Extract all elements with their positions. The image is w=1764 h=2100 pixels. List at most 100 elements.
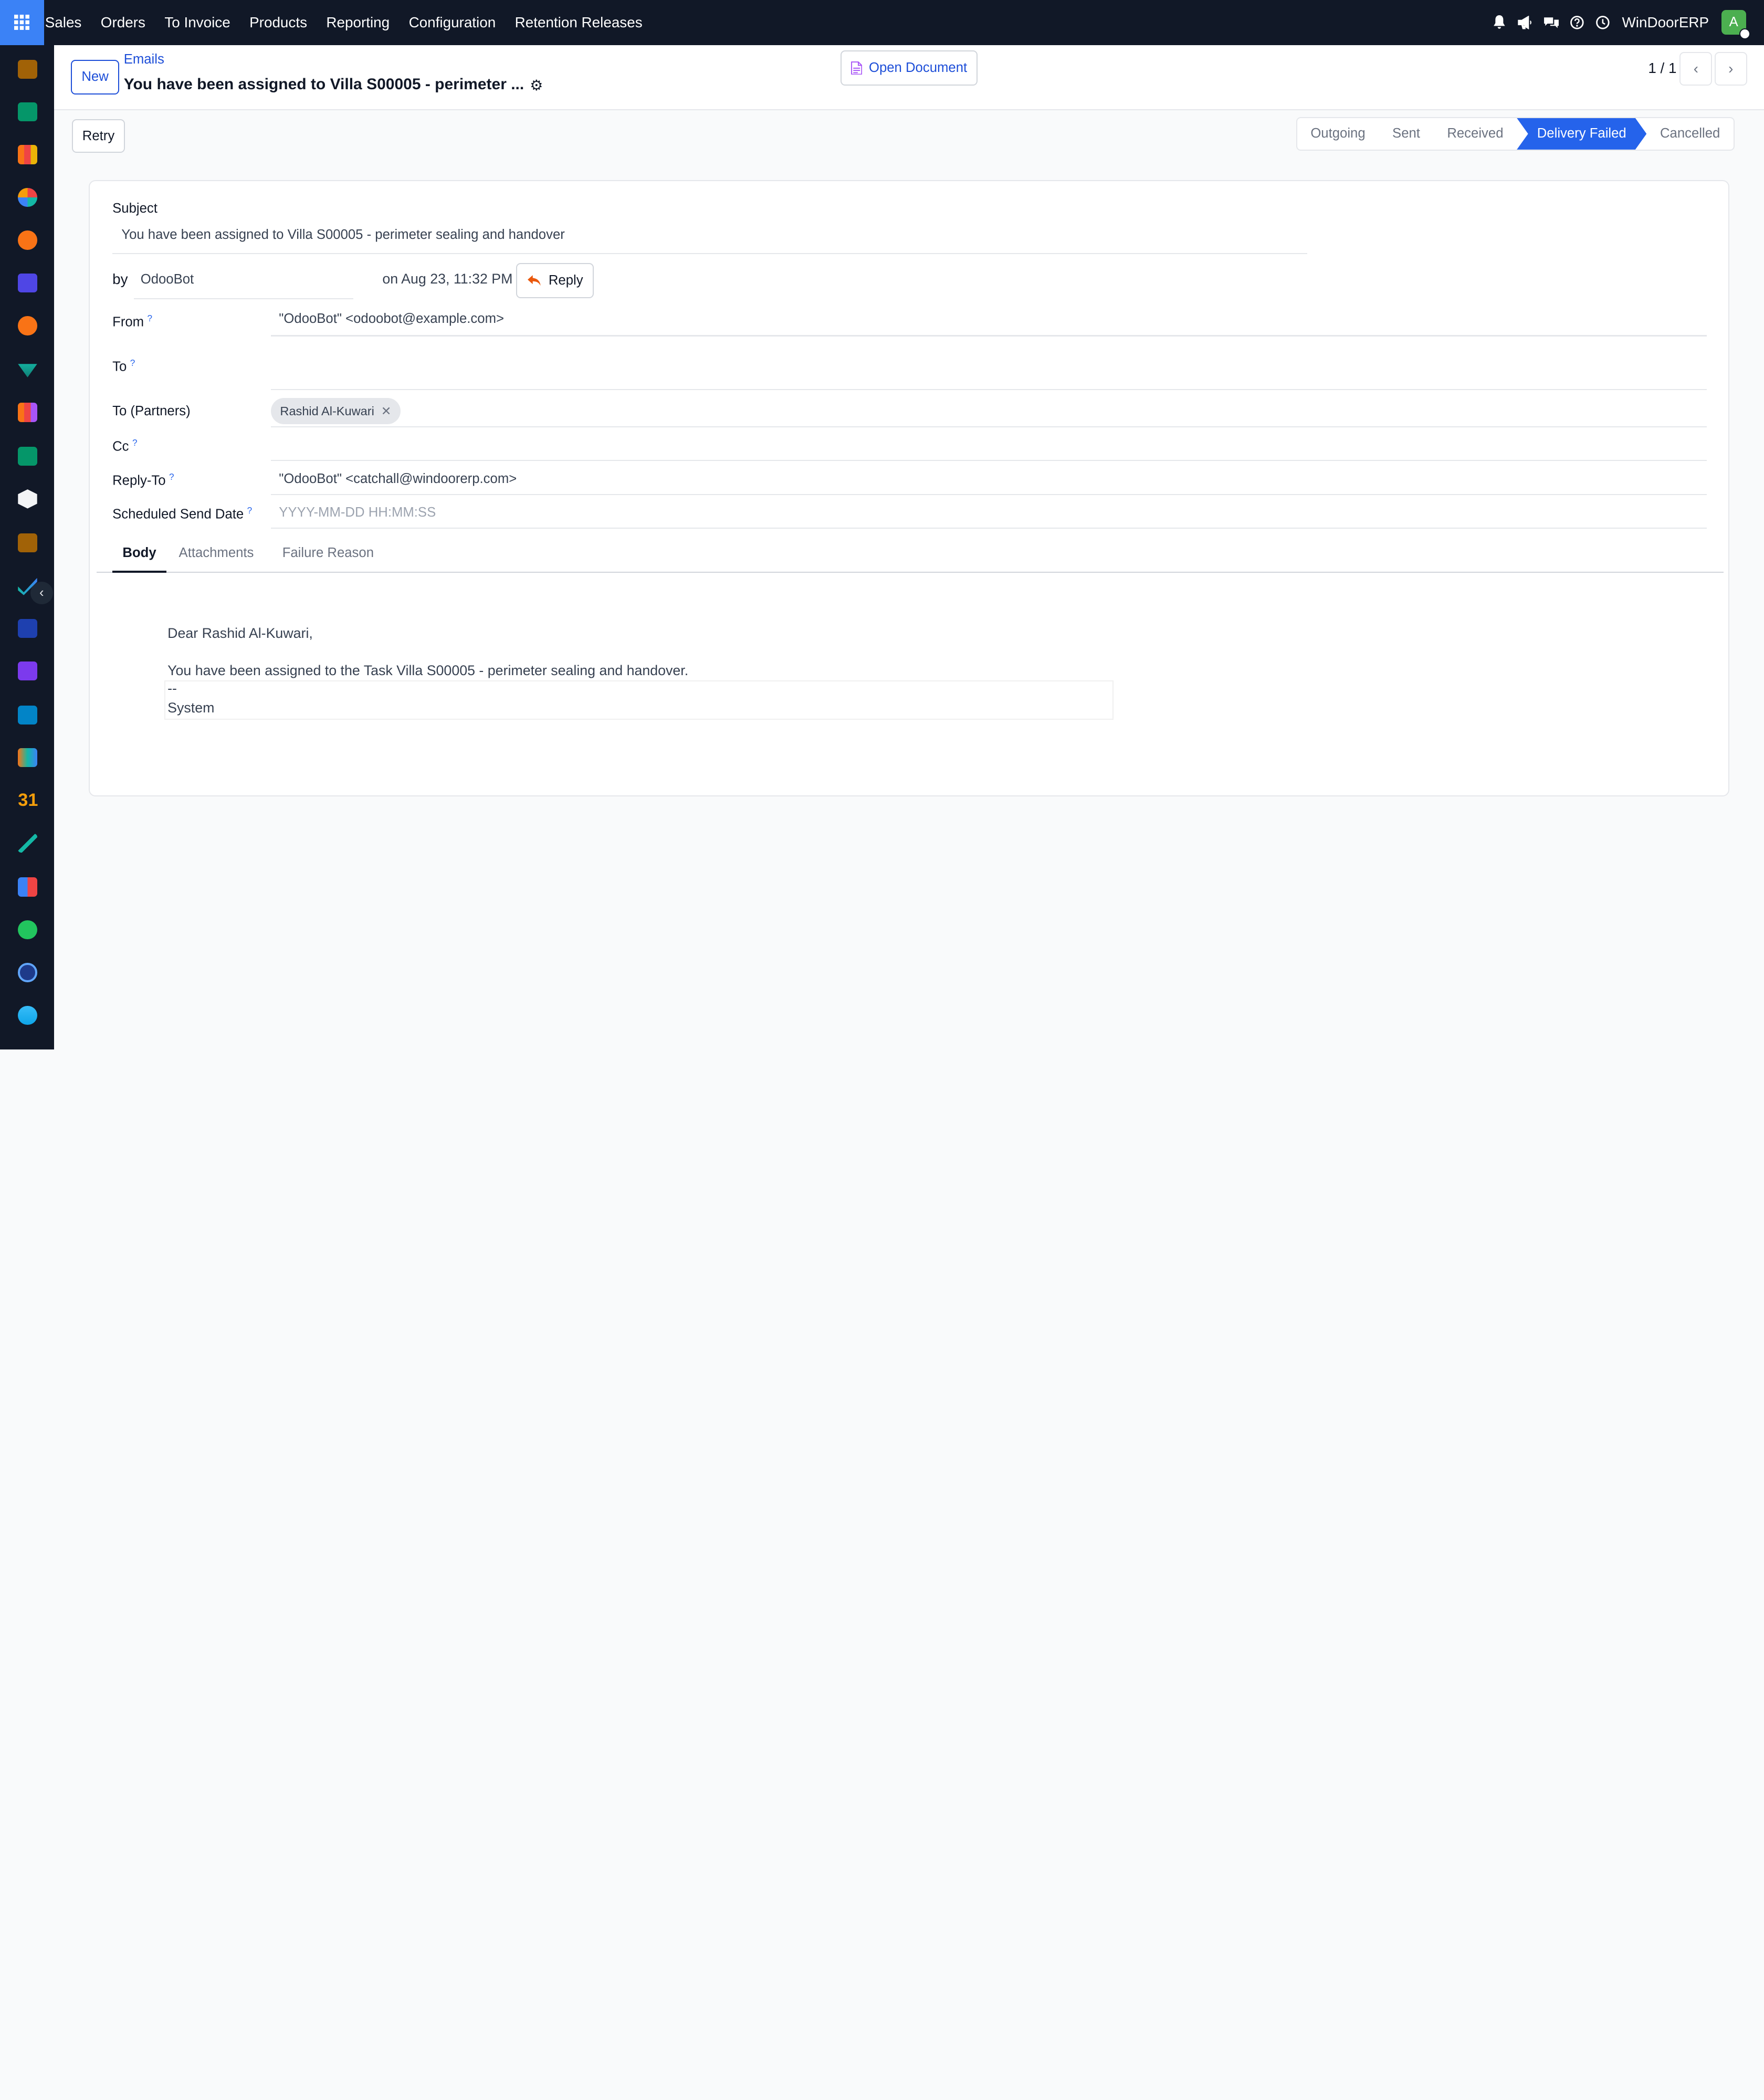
app-icon-5[interactable] (18, 230, 37, 250)
notebook-tabs: Body Attachments Failure Reason (97, 541, 1724, 573)
help-tooltip-icon[interactable]: ? (247, 505, 253, 516)
app-icon-8[interactable] (18, 364, 37, 377)
cc-underline (271, 460, 1707, 461)
help-tooltip-icon[interactable]: ? (132, 437, 138, 448)
author-underline (133, 298, 353, 299)
pager-next-icon[interactable]: › (1714, 51, 1747, 86)
to-label: To? (112, 358, 135, 374)
subject-field[interactable]: You have been assigned to Villa S00005 -… (121, 227, 565, 243)
tab-attachments[interactable]: Attachments (169, 545, 264, 572)
pager-value: 1 / 1 (1648, 59, 1677, 76)
partner-tag-label: Rashid Al-Kuwari (280, 404, 374, 418)
open-document-button[interactable]: Open Document (840, 50, 978, 86)
app-icon-2[interactable] (18, 102, 37, 122)
presence-dot-icon (1739, 28, 1751, 39)
form-sheet: Subject You have been assigned to Villa … (89, 180, 1729, 797)
partners-underline (271, 426, 1707, 428)
status-received[interactable]: Received (1434, 118, 1517, 150)
record-title: You have been assigned to Villa S00005 -… (123, 75, 524, 93)
user-avatar[interactable]: A (1721, 10, 1751, 39)
from-field[interactable]: "OdooBot" <odoobot@example.com> (279, 311, 504, 327)
cc-label: Cc? (112, 437, 138, 454)
app-icon-7[interactable] (18, 316, 37, 335)
app-icon-1[interactable] (18, 59, 37, 79)
bell-icon[interactable] (1492, 15, 1507, 30)
remove-tag-icon[interactable]: ✕ (381, 404, 392, 418)
partner-tag: Rashid Al-Kuwari ✕ (271, 398, 401, 424)
app-icon-11[interactable] (18, 489, 37, 509)
menu-item-orders[interactable]: Orders (101, 14, 145, 31)
avatar-letter: A (1729, 15, 1738, 30)
chat-icon[interactable] (1544, 15, 1559, 30)
tab-body[interactable]: Body (112, 545, 166, 573)
retry-button[interactable]: Retry (72, 119, 125, 153)
pager-previous-icon[interactable]: ‹ (1679, 51, 1713, 86)
to-underline (271, 389, 1707, 391)
scheduled-date-field[interactable]: YYYY-MM-DD HH:MM:SS (279, 505, 436, 520)
help-tooltip-icon[interactable]: ? (169, 471, 174, 482)
date-text: on Aug 23, 11:32 PM (382, 271, 513, 287)
scheduled-date-label: Scheduled Send Date? (112, 505, 253, 522)
app-icon-17[interactable] (18, 748, 37, 768)
app-icon-16[interactable] (18, 705, 37, 724)
breadcrumb[interactable]: Emails (124, 52, 164, 67)
app-icon-20[interactable] (18, 877, 37, 897)
apps-menu-icon[interactable] (0, 0, 44, 45)
reply-to-field[interactable]: "OdooBot" <catchall@windoorerp.com> (279, 471, 517, 487)
from-underline (271, 335, 1707, 337)
menu-item-reporting[interactable]: Reporting (326, 14, 390, 31)
body-line: You have been assigned to the Task Villa… (167, 663, 689, 679)
app-icon-12[interactable] (18, 533, 37, 553)
company-switcher[interactable]: WinDoorERP (1622, 14, 1709, 31)
menu-item-products[interactable]: Products (249, 14, 307, 31)
help-tooltip-icon[interactable]: ? (148, 313, 153, 323)
body-greeting: Dear Rashid Al-Kuwari, (167, 625, 313, 642)
menu-item-sales[interactable]: Sales (45, 14, 82, 31)
help-icon[interactable] (1569, 15, 1585, 30)
app-icon-15[interactable] (18, 662, 37, 681)
app-icon-19[interactable] (18, 833, 37, 853)
app-icon-23[interactable] (18, 1005, 37, 1025)
open-document-label: Open Document (868, 60, 968, 76)
status-cancelled[interactable]: Cancelled (1646, 118, 1734, 150)
tab-failure-reason[interactable]: Failure Reason (272, 545, 384, 572)
scheduled-underline (271, 527, 1707, 529)
app-sidebar: ‹ 31 (0, 45, 54, 1050)
app-icon-4[interactable] (18, 187, 37, 207)
megaphone-icon[interactable] (1517, 15, 1533, 30)
status-sent[interactable]: Sent (1379, 118, 1433, 150)
status-bar: Outgoing Sent Received Delivery Failed C… (1296, 117, 1735, 151)
signature-block (164, 680, 1114, 720)
main-menu: Sales Orders To Invoice Products Reporti… (44, 0, 662, 45)
top-navbar: Sales Orders To Invoice Products Reporti… (0, 0, 1764, 45)
gear-icon[interactable]: ⚙ (530, 77, 543, 94)
reply-button[interactable]: Reply (516, 263, 594, 298)
menu-item-to-invoice[interactable]: To Invoice (164, 14, 230, 31)
status-outgoing[interactable]: Outgoing (1297, 118, 1379, 150)
reply-to-label: Reply-To? (112, 471, 174, 488)
whatsapp-app-icon[interactable] (18, 920, 37, 940)
control-panel: New Emails You have been assigned to Vil… (54, 45, 1764, 110)
clock-icon[interactable] (1595, 15, 1611, 30)
menu-item-retention-releases[interactable]: Retention Releases (515, 14, 643, 31)
app-icon-22[interactable] (18, 963, 37, 982)
reply-to-underline (271, 494, 1707, 495)
document-icon (850, 61, 863, 75)
from-label: From? (112, 312, 153, 330)
to-partners-label: To (Partners) (112, 404, 191, 419)
subject-label: Subject (112, 201, 158, 216)
systray: WinDoorERP A (1482, 0, 1751, 45)
help-tooltip-icon[interactable]: ? (130, 358, 135, 368)
calendar-app-icon[interactable]: 31 (18, 791, 38, 810)
app-icon-3[interactable] (18, 145, 37, 164)
app-icon-9[interactable] (18, 403, 37, 422)
status-delivery-failed[interactable]: Delivery Failed (1517, 118, 1646, 150)
app-icon-10[interactable] (18, 446, 37, 466)
reply-label: Reply (548, 272, 583, 288)
app-icon-6[interactable] (18, 273, 37, 293)
menu-item-configuration[interactable]: Configuration (409, 14, 496, 31)
app-icon-14[interactable] (18, 618, 37, 638)
reply-icon (528, 275, 541, 286)
new-button[interactable]: New (70, 59, 120, 94)
author-field[interactable]: OdooBot (141, 272, 194, 287)
